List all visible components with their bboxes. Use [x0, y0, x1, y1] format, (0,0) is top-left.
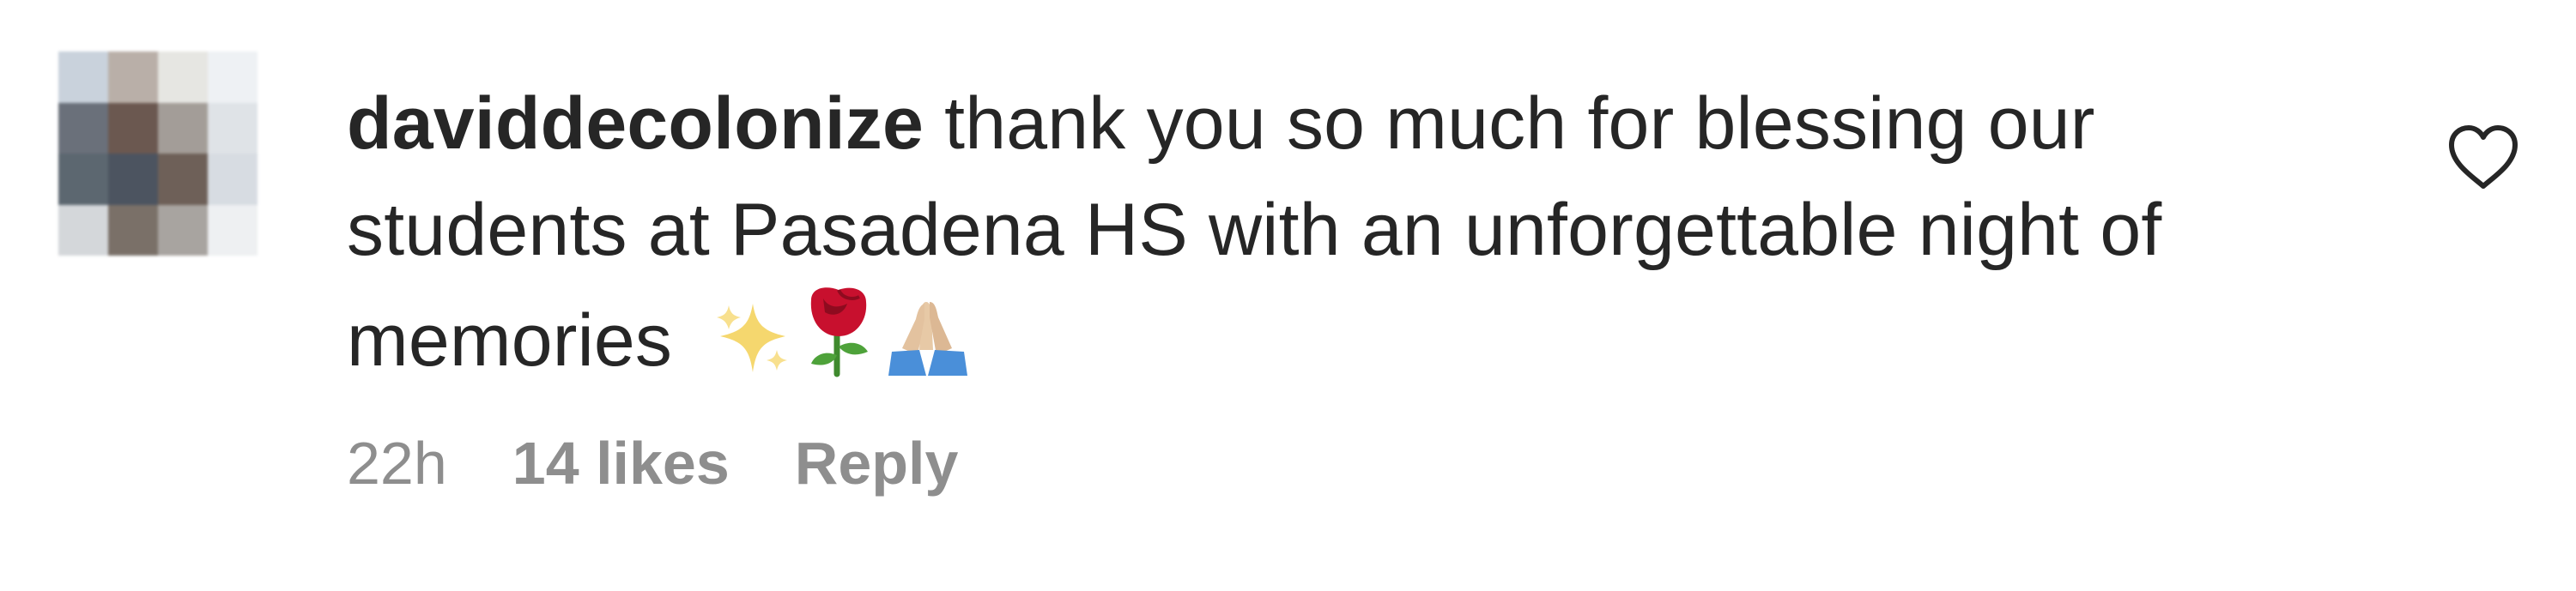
avatar-pixel [58, 51, 108, 103]
comment-timestamp[interactable]: 22h [347, 429, 447, 498]
like-button[interactable] [2446, 123, 2520, 191]
reply-button[interactable]: Reply [795, 429, 959, 498]
avatar-pixel [208, 51, 258, 103]
comment: daviddecolonize thank you so much for bl… [0, 0, 2576, 591]
comment-likes[interactable]: 14 likes [512, 429, 730, 498]
avatar-pixel [108, 204, 158, 256]
avatar-pixel [208, 154, 258, 205]
comment-meta: 22h 14 likes Reply [347, 429, 958, 498]
avatar-pixel [158, 204, 208, 256]
avatar-pixel [158, 154, 208, 205]
comment-username[interactable]: daviddecolonize [347, 82, 924, 165]
emoji-row [713, 283, 971, 377]
avatar-pixel [58, 204, 108, 256]
avatar-pixel [208, 204, 258, 256]
rose-icon [811, 287, 869, 377]
avatar[interactable] [58, 51, 258, 256]
avatar-pixel [158, 51, 208, 103]
avatar-pixel [108, 154, 158, 205]
folded-hands-icon [888, 302, 968, 376]
avatar-pixel [58, 102, 108, 154]
avatar-pixel [58, 154, 108, 205]
avatar-pixel [208, 102, 258, 154]
heart-icon [2449, 125, 2518, 189]
avatar-pixel [158, 102, 208, 154]
sparkles-icon [717, 304, 788, 372]
avatar-pixel [108, 102, 158, 154]
avatar-pixel [108, 51, 158, 103]
comment-body: daviddecolonize thank you so much for bl… [347, 70, 2373, 394]
